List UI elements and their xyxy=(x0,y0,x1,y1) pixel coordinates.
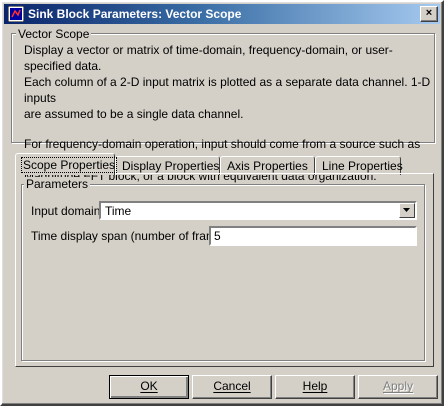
tab-panel-scope-properties: Parameters Input domain: Time Time displ… xyxy=(15,173,434,367)
description-line: Each column of a 2-D input matrix is plo… xyxy=(24,75,431,105)
input-domain-label: Input domain: xyxy=(31,204,104,218)
window-title: Sink Block Parameters: Vector Scope xyxy=(28,7,242,21)
description-line: Display a vector or matrix of time-domai… xyxy=(24,43,393,73)
help-button[interactable]: Help xyxy=(275,375,355,399)
description-group-legend: Vector Scope xyxy=(16,27,92,41)
ok-button[interactable]: OK xyxy=(109,375,189,399)
ok-button-label: OK xyxy=(140,379,158,393)
tab-scope-properties[interactable]: Scope Properties xyxy=(15,153,118,175)
chevron-down-icon xyxy=(403,208,410,212)
description-line: are assumed to be a single data channel. xyxy=(24,107,244,121)
cancel-button-label: Cancel xyxy=(213,379,251,393)
parameters-group-legend: Parameters xyxy=(24,177,91,191)
dialog-window: Sink Block Parameters: Vector Scope × Ve… xyxy=(0,0,444,406)
apply-button: Apply xyxy=(358,375,438,399)
input-domain-select[interactable]: Time xyxy=(99,201,417,220)
close-icon: × xyxy=(425,7,433,19)
cancel-button[interactable]: Cancel xyxy=(192,375,272,399)
time-span-label: Time display span (number of frames): xyxy=(31,229,236,243)
simulink-block-icon xyxy=(8,6,24,22)
dropdown-arrow-button[interactable] xyxy=(399,203,415,218)
tab-strip: Scope Properties Display Properties Axis… xyxy=(15,151,435,175)
help-button-label: Help xyxy=(302,379,328,393)
title-bar[interactable]: Sink Block Parameters: Vector Scope × xyxy=(4,4,440,24)
input-domain-value: Time xyxy=(105,204,132,218)
time-span-input[interactable] xyxy=(209,226,417,246)
close-button[interactable]: × xyxy=(420,6,438,22)
apply-button-label: Apply xyxy=(382,379,414,393)
